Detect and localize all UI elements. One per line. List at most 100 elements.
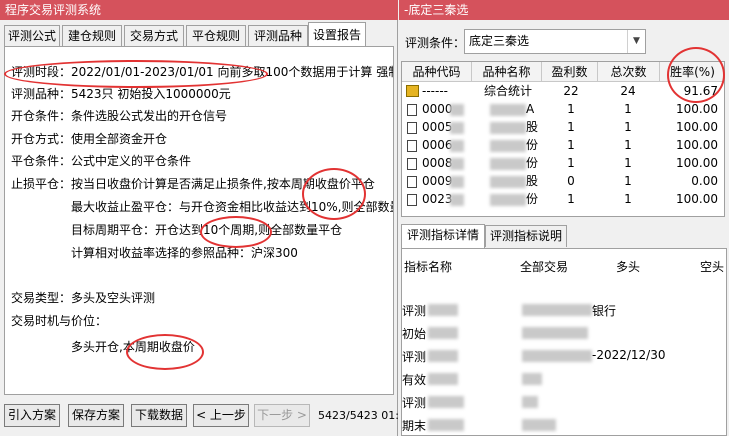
document-icon <box>407 104 417 116</box>
redacted-block <box>522 396 538 408</box>
redacted-block <box>450 122 464 134</box>
metric-name: 初始 <box>402 327 427 341</box>
detail-header-name: 指标名称 <box>404 260 453 274</box>
row-win-rate: 100.00 <box>676 156 718 170</box>
tab-close-rules[interactable]: 平仓规则 <box>186 25 246 46</box>
row-total: 24 <box>620 84 636 98</box>
metric-name: 有效 <box>402 373 427 387</box>
row-total: 1 <box>624 138 632 152</box>
save-scheme-button[interactable]: 保存方案 <box>68 404 124 427</box>
col-header-profit[interactable]: 盈利数 <box>542 62 598 82</box>
redacted-block <box>522 419 556 431</box>
redacted-block <box>522 327 588 339</box>
import-scheme-button[interactable]: 引入方案 <box>4 404 60 427</box>
document-icon <box>407 140 417 152</box>
metric-value: 银行 <box>592 304 617 318</box>
row-code: 0009 <box>422 174 453 188</box>
report-max-profit: 最大收益止盈平仓：与开仓资金相比收益达到10%,则全部数量 <box>71 200 394 214</box>
row-win-rate: 0.00 <box>691 174 718 188</box>
redacted-block <box>522 373 542 385</box>
condition-label: 评测条件： <box>405 36 466 50</box>
redacted-block <box>450 194 464 206</box>
row-profit: 0 <box>567 174 575 188</box>
redacted-block <box>490 140 526 152</box>
row-total: 1 <box>624 156 632 170</box>
next-step-button[interactable]: 下一步 > <box>254 404 310 427</box>
redacted-block <box>490 104 526 116</box>
document-icon <box>407 194 417 206</box>
redacted-block <box>450 158 464 170</box>
tab-trade-mode[interactable]: 交易方式 <box>124 25 184 46</box>
row-win-rate: 100.00 <box>676 120 718 134</box>
redacted-block <box>428 373 458 385</box>
metric-name: 评测 <box>402 350 427 364</box>
row-code: 0005 <box>422 120 453 134</box>
document-icon <box>407 176 417 188</box>
row-total: 1 <box>624 102 632 116</box>
results-window: -底定三秦选 评测条件： 底定三秦选 ▼ 品种代码 品种名称 盈利数 总次数 胜… <box>399 0 729 436</box>
condition-select-value: 底定三秦选 <box>469 34 530 48</box>
evaluation-system-window: 程序交易评测系统 评测公式 建仓规则 交易方式 平仓规则 评测品种 设置报告 评… <box>0 0 399 436</box>
progress-status: 5423/5423 01: <box>318 409 399 422</box>
redacted-block <box>490 122 526 134</box>
report-period: 评测时段：2022/01/01-2023/01/01 向前多取100个数据用于计… <box>11 65 394 79</box>
redacted-block <box>428 396 464 408</box>
redacted-block <box>428 327 458 339</box>
redacted-block <box>522 304 592 316</box>
document-icon <box>407 158 417 170</box>
results-window-title: -底定三秦选 <box>399 0 729 20</box>
tab-report-settings[interactable]: 设置报告 <box>308 22 366 46</box>
redacted-block <box>450 104 464 116</box>
redacted-block <box>428 350 458 362</box>
row-name: A <box>526 102 535 116</box>
row-profit: 1 <box>567 138 575 152</box>
report-timing: 交易时机与价位： <box>11 314 108 328</box>
window-title: 程序交易评测系统 <box>0 0 398 20</box>
row-code: ------ <box>422 84 448 98</box>
col-header-code[interactable]: 品种代码 <box>402 62 472 82</box>
row-profit: 1 <box>567 156 575 170</box>
tab-varieties[interactable]: 评测品种 <box>248 25 308 46</box>
prev-step-button[interactable]: < 上一步 <box>193 404 249 427</box>
tab-metric-explanation[interactable]: 评测指标说明 <box>485 225 567 247</box>
metric-name: 评测 <box>402 396 427 410</box>
redacted-block <box>450 176 464 188</box>
col-header-name[interactable]: 品种名称 <box>472 62 542 82</box>
app-root: 程序交易评测系统 评测公式 建仓规则 交易方式 平仓规则 评测品种 设置报告 评… <box>0 0 729 436</box>
report-panel: 评测时段：2022/01/01-2023/01/01 向前多取100个数据用于计… <box>4 46 394 395</box>
report-long-open: 多头开仓,本周期收盘价 <box>71 340 195 354</box>
report-target-period: 目标周期平仓：开仓达到10个周期,则全部数量平仓 <box>71 223 343 237</box>
download-data-button[interactable]: 下载数据 <box>131 404 187 427</box>
row-name: 股 <box>526 174 539 188</box>
redacted-block <box>490 194 526 206</box>
row-profit: 1 <box>567 192 575 206</box>
report-open-condition: 开仓条件：条件选股公式发出的开仓信号 <box>11 109 228 123</box>
condition-select[interactable]: 底定三秦选 ▼ <box>464 29 646 54</box>
detail-header-all: 全部交易 <box>520 260 569 274</box>
tab-formula[interactable]: 评测公式 <box>4 25 60 46</box>
row-name: 份 <box>526 192 539 206</box>
tab-metric-details[interactable]: 评测指标详情 <box>401 224 485 248</box>
redacted-block <box>490 176 526 188</box>
row-total: 1 <box>624 192 632 206</box>
document-icon <box>407 122 417 134</box>
row-name: 综合统计 <box>484 84 533 98</box>
metric-name: 评测 <box>402 304 427 318</box>
row-total: 1 <box>624 120 632 134</box>
row-win-rate: 100.00 <box>676 102 718 116</box>
row-profit: 1 <box>567 102 575 116</box>
row-win-rate: 100.00 <box>676 138 718 152</box>
detail-header-long: 多头 <box>616 260 641 274</box>
col-header-win-rate[interactable]: 胜率(%) <box>660 62 724 82</box>
row-win-rate: 91.67 <box>683 84 718 98</box>
row-win-rate: 100.00 <box>676 192 718 206</box>
tab-open-rules[interactable]: 建仓规则 <box>62 25 122 46</box>
col-header-total[interactable]: 总次数 <box>598 62 660 82</box>
report-trade-type: 交易类型：多头及空头评测 <box>11 291 156 305</box>
chevron-down-icon[interactable]: ▼ <box>627 30 645 53</box>
report-varieties: 评测品种：5423只 初始投入1000000元 <box>11 87 231 101</box>
detail-header-short: 空头 <box>700 260 725 274</box>
row-profit: 1 <box>567 120 575 134</box>
redacted-block <box>428 419 464 431</box>
row-code: 0000 <box>422 102 453 116</box>
